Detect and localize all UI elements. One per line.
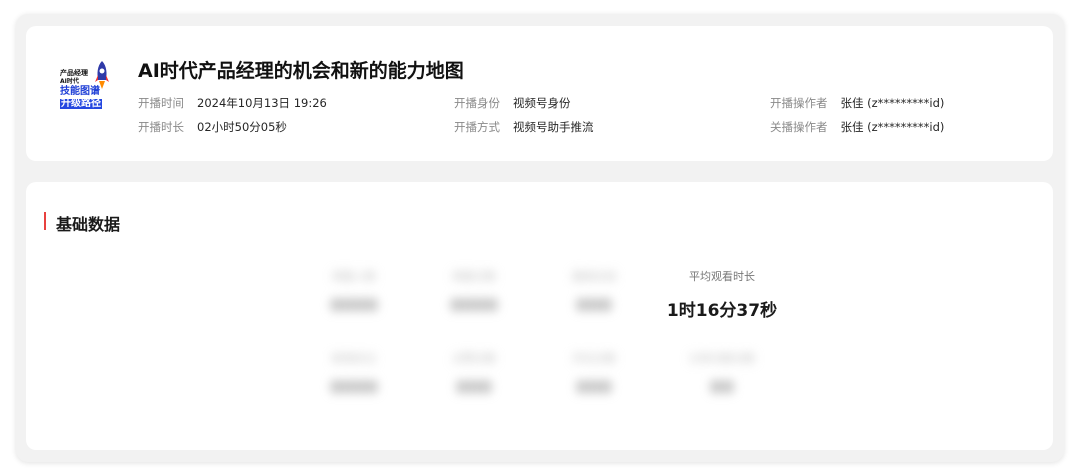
meta-value: 视频号助手推流 xyxy=(513,120,594,134)
basic-data-card: 基础数据 观看人数 0000 观看次数 0000 最高在线 000 平均观看时长… xyxy=(26,182,1053,450)
metric-value: 0000 xyxy=(450,296,498,316)
metric-value: 000 xyxy=(456,378,492,398)
meta-label: 开播操作者 xyxy=(770,96,828,110)
meta-value: 视频号身份 xyxy=(513,96,571,110)
meta-label: 开播时间 xyxy=(138,96,184,110)
meta-value: 张佳 (z*********id) xyxy=(840,96,945,110)
cover-text-4: 升级路径 xyxy=(60,98,102,109)
meta-label: 开播身份 xyxy=(454,96,500,110)
metric-label: 评论次数 xyxy=(572,352,616,365)
live-info-card: 产品经理 AI时代 技能图谱 升级路径 AI时代产品经理的机会和新的能力地图 开… xyxy=(26,26,1053,161)
live-cover-thumbnail[interactable]: 产品经理 AI时代 技能图谱 升级路径 xyxy=(56,58,114,116)
live-detail-panel: 产品经理 AI时代 技能图谱 升级路径 AI时代产品经理的机会和新的能力地图 开… xyxy=(16,14,1064,462)
cover-text-2: AI时代 xyxy=(60,78,79,85)
metric-label: 分享次数次数 xyxy=(689,352,755,365)
metric-value: 00 xyxy=(710,378,734,398)
metric-value: 0000 xyxy=(330,378,378,398)
metric-item: 点赞次数 000 xyxy=(414,350,534,398)
meta-value: 02小时50分05秒 xyxy=(197,120,287,134)
meta-label: 关播操作者 xyxy=(770,120,828,134)
meta-identity: 开播身份 视频号身份 xyxy=(454,96,571,110)
metric-label: 最高在线 xyxy=(572,270,616,283)
metric-item: 观看次数 0000 xyxy=(414,268,534,316)
metric-item: 新增关注 0000 xyxy=(294,350,414,398)
metric-value: 0000 xyxy=(330,296,378,316)
metric-label: 平均观看时长 xyxy=(689,270,755,283)
meta-value: 2024年10月13日 19:26 xyxy=(197,96,327,110)
metric-item: 观看人数 0000 xyxy=(294,268,414,316)
metric-value: 000 xyxy=(576,378,612,398)
meta-start-time: 开播时间 2024年10月13日 19:26 xyxy=(138,96,327,110)
metric-label: 点赞次数 xyxy=(452,352,496,365)
metric-item-avg-watch-time: 平均观看时长 1时16分37秒 xyxy=(662,268,782,321)
meta-method: 开播方式 视频号助手推流 xyxy=(454,120,594,134)
section-title: 基础数据 xyxy=(56,215,121,234)
meta-label: 开播时长 xyxy=(138,120,184,134)
metric-label: 观看次数 xyxy=(452,270,496,283)
metric-item: 分享次数次数 00 xyxy=(662,350,782,398)
meta-duration: 开播时长 02小时50分05秒 xyxy=(138,120,287,134)
metric-item: 评论次数 000 xyxy=(534,350,654,398)
metric-label: 新增关注 xyxy=(332,352,376,365)
cover-text-1: 产品经理 xyxy=(60,69,88,77)
meta-end-operator: 关播操作者 张佳 (z*********id) xyxy=(770,120,945,134)
meta-label: 开播方式 xyxy=(454,120,500,134)
rocket-icon xyxy=(95,61,109,89)
metric-value: 000 xyxy=(576,296,612,316)
metric-value: 1时16分37秒 xyxy=(666,301,778,321)
live-title: AI时代产品经理的机会和新的能力地图 xyxy=(138,60,464,82)
section-accent-bar xyxy=(44,212,46,230)
metric-label: 观看人数 xyxy=(332,270,376,283)
meta-start-operator: 开播操作者 张佳 (z*********id) xyxy=(770,96,945,110)
metric-item: 最高在线 000 xyxy=(534,268,654,316)
meta-value: 张佳 (z*********id) xyxy=(840,120,945,134)
